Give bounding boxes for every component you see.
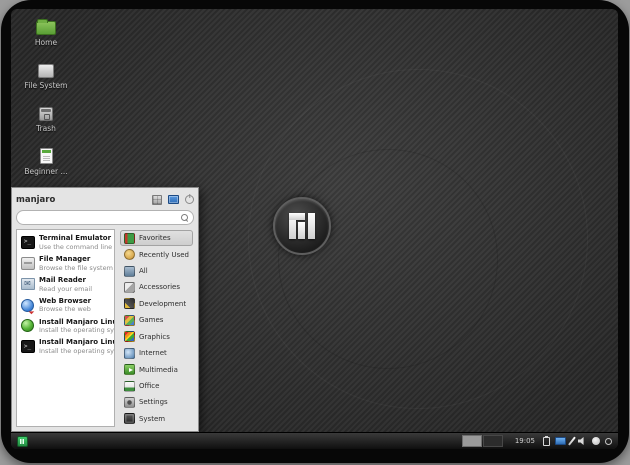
app-item-file-manager[interactable]: File Manager Browse the file system: [19, 253, 112, 274]
taskbar: 19:05: [11, 432, 618, 449]
file-manager-icon: [21, 257, 35, 270]
app-item-web-browser[interactable]: Web Browser Browse the web: [19, 295, 112, 316]
category-graphics[interactable]: Graphics: [120, 329, 193, 345]
menu-button[interactable]: [17, 436, 28, 447]
terminal-icon: >_: [21, 340, 35, 353]
category-system[interactable]: System: [120, 411, 193, 427]
app-name: Install Manjaro Linux (cli): [39, 338, 111, 347]
web-browser-icon: [21, 299, 34, 312]
desktop-icon-label: Home: [35, 38, 57, 47]
search-input[interactable]: [21, 211, 181, 224]
app-item-install-manjaro[interactable]: Install Manjaro Linux Install the operat…: [19, 316, 112, 337]
app-item-mail-reader[interactable]: ✉ Mail Reader Read your email: [19, 274, 112, 295]
whisker-menu: manjaro >_ Terminal Emulator: [11, 187, 199, 432]
manjaro-logo-icon: [289, 213, 315, 239]
app-name: Web Browser: [39, 297, 91, 306]
category-recently-used[interactable]: Recently Used: [120, 246, 193, 262]
logout-icon[interactable]: [185, 195, 194, 204]
desktop-icon-file-system[interactable]: File System: [17, 60, 75, 90]
menu-body: >_ Terminal Emulator Use the command lin…: [16, 229, 194, 427]
category-office[interactable]: Office: [120, 378, 193, 394]
app-name: File Manager: [39, 255, 111, 264]
app-desc: Install the operating system to...: [39, 347, 111, 355]
workspace-2[interactable]: [483, 435, 503, 447]
desktop-swirl-decoration: [278, 149, 498, 369]
app-item-terminal-emulator[interactable]: >_ Terminal Emulator Use the command lin…: [19, 232, 112, 253]
app-name: Mail Reader: [39, 276, 92, 285]
keyboard-layout-icon[interactable]: [555, 437, 566, 445]
desktop-icon-label: Trash: [36, 124, 56, 133]
category-development[interactable]: Development: [120, 296, 193, 312]
lock-screen-icon[interactable]: [168, 195, 179, 204]
office-icon: [124, 381, 135, 392]
clipboard-icon[interactable]: [543, 437, 550, 446]
app-desc: Browse the web: [39, 305, 91, 313]
category-internet[interactable]: Internet: [120, 345, 193, 361]
app-desc: Read your email: [39, 285, 92, 293]
system-icon: [124, 413, 135, 424]
category-list: Favorites Recently Used All Accessories: [119, 229, 194, 427]
multimedia-icon: [124, 364, 135, 375]
taskbar-right: 19:05: [462, 435, 612, 447]
notifications-icon[interactable]: [592, 437, 600, 445]
app-desc: Install the operating system to...: [39, 326, 111, 334]
app-name: Terminal Emulator: [39, 234, 111, 243]
volume-icon[interactable]: [578, 437, 587, 445]
clock[interactable]: 19:05: [515, 437, 535, 445]
accessories-icon: [124, 282, 135, 293]
development-icon: [124, 298, 135, 309]
category-accessories[interactable]: Accessories: [120, 279, 193, 295]
app-name: Install Manjaro Linux: [39, 318, 111, 327]
workspace-pager: [462, 435, 503, 447]
document-icon: [40, 148, 53, 164]
internet-icon: [124, 348, 135, 359]
category-settings[interactable]: Settings: [120, 394, 193, 410]
settings-category-icon: [124, 397, 135, 408]
recently-used-icon: [124, 249, 135, 260]
desktop: Home File System Trash Beginner ...: [11, 9, 618, 449]
category-all[interactable]: All: [120, 263, 193, 279]
desktop-icon-label: File System: [25, 81, 68, 90]
menu-actions: [152, 195, 194, 205]
favorites-icon: [124, 233, 135, 244]
trash-icon: [39, 107, 53, 121]
settings-icon[interactable]: [152, 195, 162, 205]
games-icon: [124, 315, 135, 326]
desktop-icon-trash[interactable]: Trash: [17, 103, 75, 133]
desktop-icon-home[interactable]: Home: [17, 17, 75, 47]
home-folder-icon: [36, 21, 56, 35]
manjaro-logo-button[interactable]: [273, 197, 331, 255]
search-bar: [16, 210, 194, 225]
power-manager-icon[interactable]: [605, 438, 612, 445]
app-desc: Use the command line: [39, 243, 111, 251]
app-list: >_ Terminal Emulator Use the command lin…: [16, 229, 115, 427]
app-item-install-manjaro-cli[interactable]: >_ Install Manjaro Linux (cli) Install t…: [19, 336, 112, 357]
install-manjaro-icon: [21, 319, 34, 332]
file-system-icon: [38, 64, 54, 78]
all-apps-icon: [124, 266, 135, 277]
stylus-icon[interactable]: [568, 436, 576, 445]
mail-icon: ✉: [21, 278, 35, 290]
desktop-icon-list: Home File System Trash Beginner ...: [17, 17, 75, 176]
category-games[interactable]: Games: [120, 312, 193, 328]
desktop-icon-label: Beginner ...: [24, 167, 67, 176]
category-favorites[interactable]: Favorites: [120, 230, 193, 246]
app-desc: Browse the file system: [39, 264, 111, 272]
workspace-1[interactable]: [462, 435, 482, 447]
menu-username: manjaro: [16, 195, 55, 205]
terminal-icon: >_: [21, 236, 35, 249]
graphics-icon: [124, 331, 135, 342]
category-multimedia[interactable]: Multimedia: [120, 361, 193, 377]
search-icon: [181, 214, 189, 222]
screen-bezel: Home File System Trash Beginner ...: [1, 0, 629, 463]
desktop-icon-beginner-guide[interactable]: Beginner ...: [17, 146, 75, 176]
menu-header: manjaro: [16, 191, 194, 208]
